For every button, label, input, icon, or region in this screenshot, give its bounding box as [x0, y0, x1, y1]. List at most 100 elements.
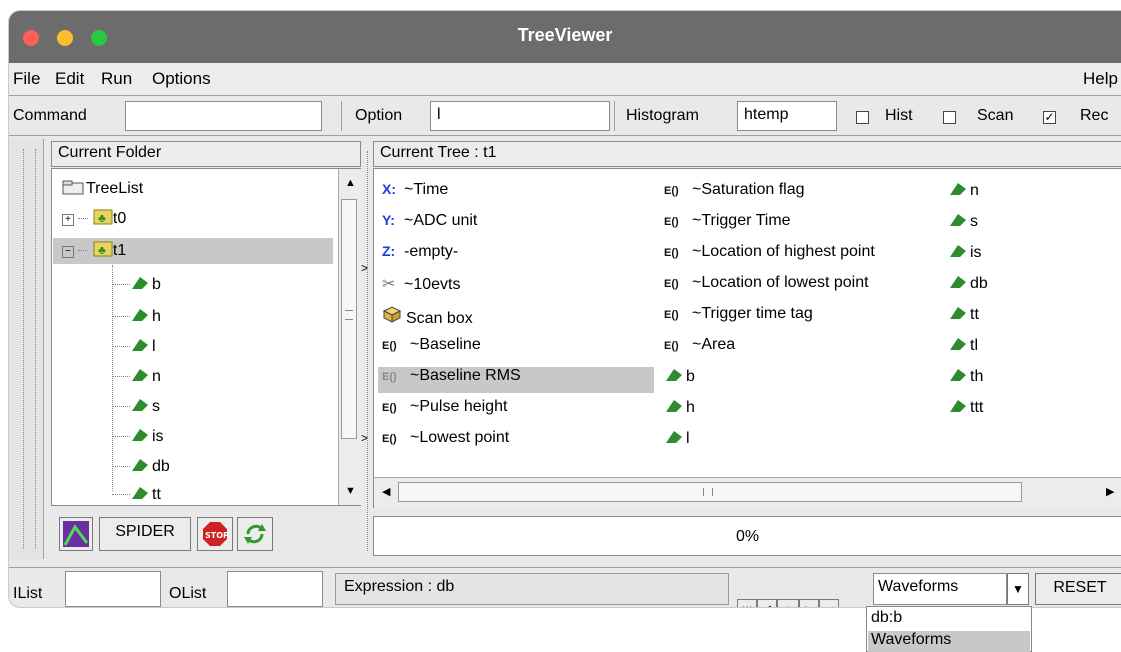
ilist-input[interactable] — [65, 571, 161, 607]
tree-icon: ♣ — [93, 241, 113, 257]
leaf-item[interactable]: s — [112, 397, 160, 416]
menu-bar: File Edit Run Options Help — [9, 63, 1121, 95]
scroll-right-icon[interactable]: ▶ — [1106, 485, 1114, 498]
expand-icon[interactable]: + — [62, 214, 74, 226]
menu-options[interactable]: Options — [152, 69, 211, 89]
scroll-left-icon[interactable]: ◀ — [382, 485, 390, 498]
command-input[interactable] — [125, 101, 322, 131]
expression-item[interactable]: E() ~Lowest point — [382, 429, 509, 447]
expression-item[interactable]: E() ~Pulse height — [382, 398, 507, 416]
ilist-label: IList — [13, 585, 43, 602]
next-entry-button[interactable]: ▶ — [799, 599, 819, 607]
option-input[interactable]: l — [430, 101, 610, 131]
hist-checkbox[interactable] — [856, 111, 869, 124]
menu-run[interactable]: Run — [101, 69, 132, 89]
dropdown-option-selected[interactable]: Waveforms — [871, 631, 951, 649]
histogram-input[interactable]: htemp — [737, 101, 837, 131]
leaf-item[interactable]: th — [948, 367, 983, 386]
leaf-item[interactable]: db — [112, 457, 170, 476]
leaf-item[interactable]: h — [664, 398, 695, 417]
leaf-icon — [130, 367, 150, 383]
z-axis-icon: Z: — [382, 243, 396, 259]
expression-item[interactable]: E() ~Saturation flag — [664, 181, 805, 199]
leaf-item[interactable]: b — [112, 275, 161, 294]
leaf-item[interactable]: s — [948, 212, 978, 231]
menu-help[interactable]: Help — [1083, 69, 1118, 89]
command-label: Command — [13, 107, 87, 124]
toolbar-divider — [614, 101, 615, 131]
menu-edit[interactable]: Edit — [55, 69, 84, 89]
leaf-item[interactable]: db — [948, 274, 988, 293]
leaf-item[interactable]: tt — [112, 485, 161, 504]
olist-input[interactable] — [227, 571, 323, 607]
grip-icon — [703, 488, 713, 496]
first-entry-button[interactable]: ⏮ — [737, 599, 757, 607]
tree-item-t0[interactable]: + ♣ t0 — [62, 209, 126, 228]
title-bar: TreeViewer — [9, 11, 1121, 63]
record-button[interactable]: ◆ — [777, 599, 799, 607]
refresh-button[interactable] — [237, 517, 273, 551]
rec-checkbox[interactable]: ✓ — [1043, 111, 1056, 124]
leaf-item[interactable]: is — [112, 427, 164, 446]
records-combo[interactable]: Waveforms — [873, 573, 1007, 605]
menu-file[interactable]: File — [13, 69, 40, 89]
previous-entry-button[interactable]: ◀ — [757, 599, 777, 607]
expression-status: Expression : db — [335, 573, 729, 605]
left-splitter[interactable] — [9, 139, 44, 559]
scroll-thumb[interactable] — [341, 199, 357, 439]
current-folder-header: Current Folder — [51, 141, 361, 167]
treeviewer-window: TreeViewer File Edit Run Options Help Co… — [8, 10, 1121, 608]
expression-item[interactable]: E() ~Baseline — [382, 336, 481, 354]
collapse-icon[interactable]: − — [62, 246, 74, 258]
cut-item[interactable]: ✂ ~10evts — [382, 274, 460, 294]
leaf-icon — [948, 367, 968, 383]
leaf-item[interactable]: n — [112, 367, 161, 386]
x-expression-item[interactable]: X: ~Time — [382, 181, 448, 199]
leaf-icon — [130, 307, 150, 323]
leaf-icon — [130, 457, 150, 473]
scroll-up-icon[interactable]: ▲ — [345, 177, 356, 189]
leaf-item[interactable]: tt — [948, 305, 979, 324]
rec-label: Rec — [1080, 107, 1109, 124]
leaf-icon — [948, 336, 968, 352]
tree-item-t1[interactable]: − ♣ t1 — [62, 241, 126, 260]
leaf-icon — [664, 398, 684, 414]
combo-dropdown-icon[interactable]: ▼ — [1007, 573, 1029, 605]
leaf-item[interactable]: b — [664, 367, 695, 386]
folder-scrollbar[interactable]: ▲ ▼ — [338, 169, 361, 505]
reset-button[interactable]: RESET — [1035, 573, 1121, 605]
stop-button[interactable]: STOP — [197, 517, 233, 551]
tree-root[interactable]: TreeList — [62, 179, 143, 198]
scan-box-item[interactable]: Scan box — [382, 305, 473, 328]
leaf-item[interactable]: ttt — [948, 398, 983, 417]
leaf-item[interactable]: is — [948, 243, 982, 262]
window-title: TreeViewer — [517, 25, 613, 45]
expression-item[interactable]: E() ~Location of lowest point — [664, 274, 869, 292]
leaf-item[interactable]: l — [664, 429, 690, 448]
items-h-scrollbar[interactable]: ◀ ▶ — [374, 477, 1121, 508]
y-expression-item[interactable]: Y: ~ADC unit — [382, 212, 477, 230]
expression-item[interactable]: E() ~Area — [664, 336, 735, 354]
dropdown-option[interactable]: db:b — [871, 609, 902, 627]
expression-icon: E() — [664, 185, 679, 197]
scan-box-icon — [382, 305, 406, 328]
expression-icon: E() — [664, 216, 679, 228]
leaf-item[interactable]: l — [112, 337, 156, 356]
expression-item[interactable]: E() ~Trigger Time — [664, 212, 791, 230]
z-expression-item[interactable]: Z: -empty- — [382, 243, 458, 261]
draw-icon-button[interactable] — [59, 517, 93, 551]
leaf-item[interactable]: tl — [948, 336, 978, 355]
h-scroll-thumb[interactable] — [398, 482, 1022, 502]
option-label: Option — [355, 107, 403, 124]
grip-icon — [345, 310, 353, 320]
scan-checkbox[interactable] — [943, 111, 956, 124]
expression-item[interactable]: E() ~Trigger time tag — [664, 305, 813, 323]
expression-icon: E() — [664, 340, 679, 352]
leaf-item[interactable]: n — [948, 181, 979, 200]
last-entry-button[interactable]: ⏭ — [819, 599, 839, 607]
spider-button[interactable]: SPIDER — [99, 517, 191, 551]
expression-item-selected[interactable]: E() ~Baseline RMS — [382, 367, 521, 385]
scroll-down-icon[interactable]: ▼ — [345, 485, 356, 497]
expression-item[interactable]: E() ~Location of highest point — [664, 243, 875, 261]
leaf-item[interactable]: h — [112, 307, 161, 326]
